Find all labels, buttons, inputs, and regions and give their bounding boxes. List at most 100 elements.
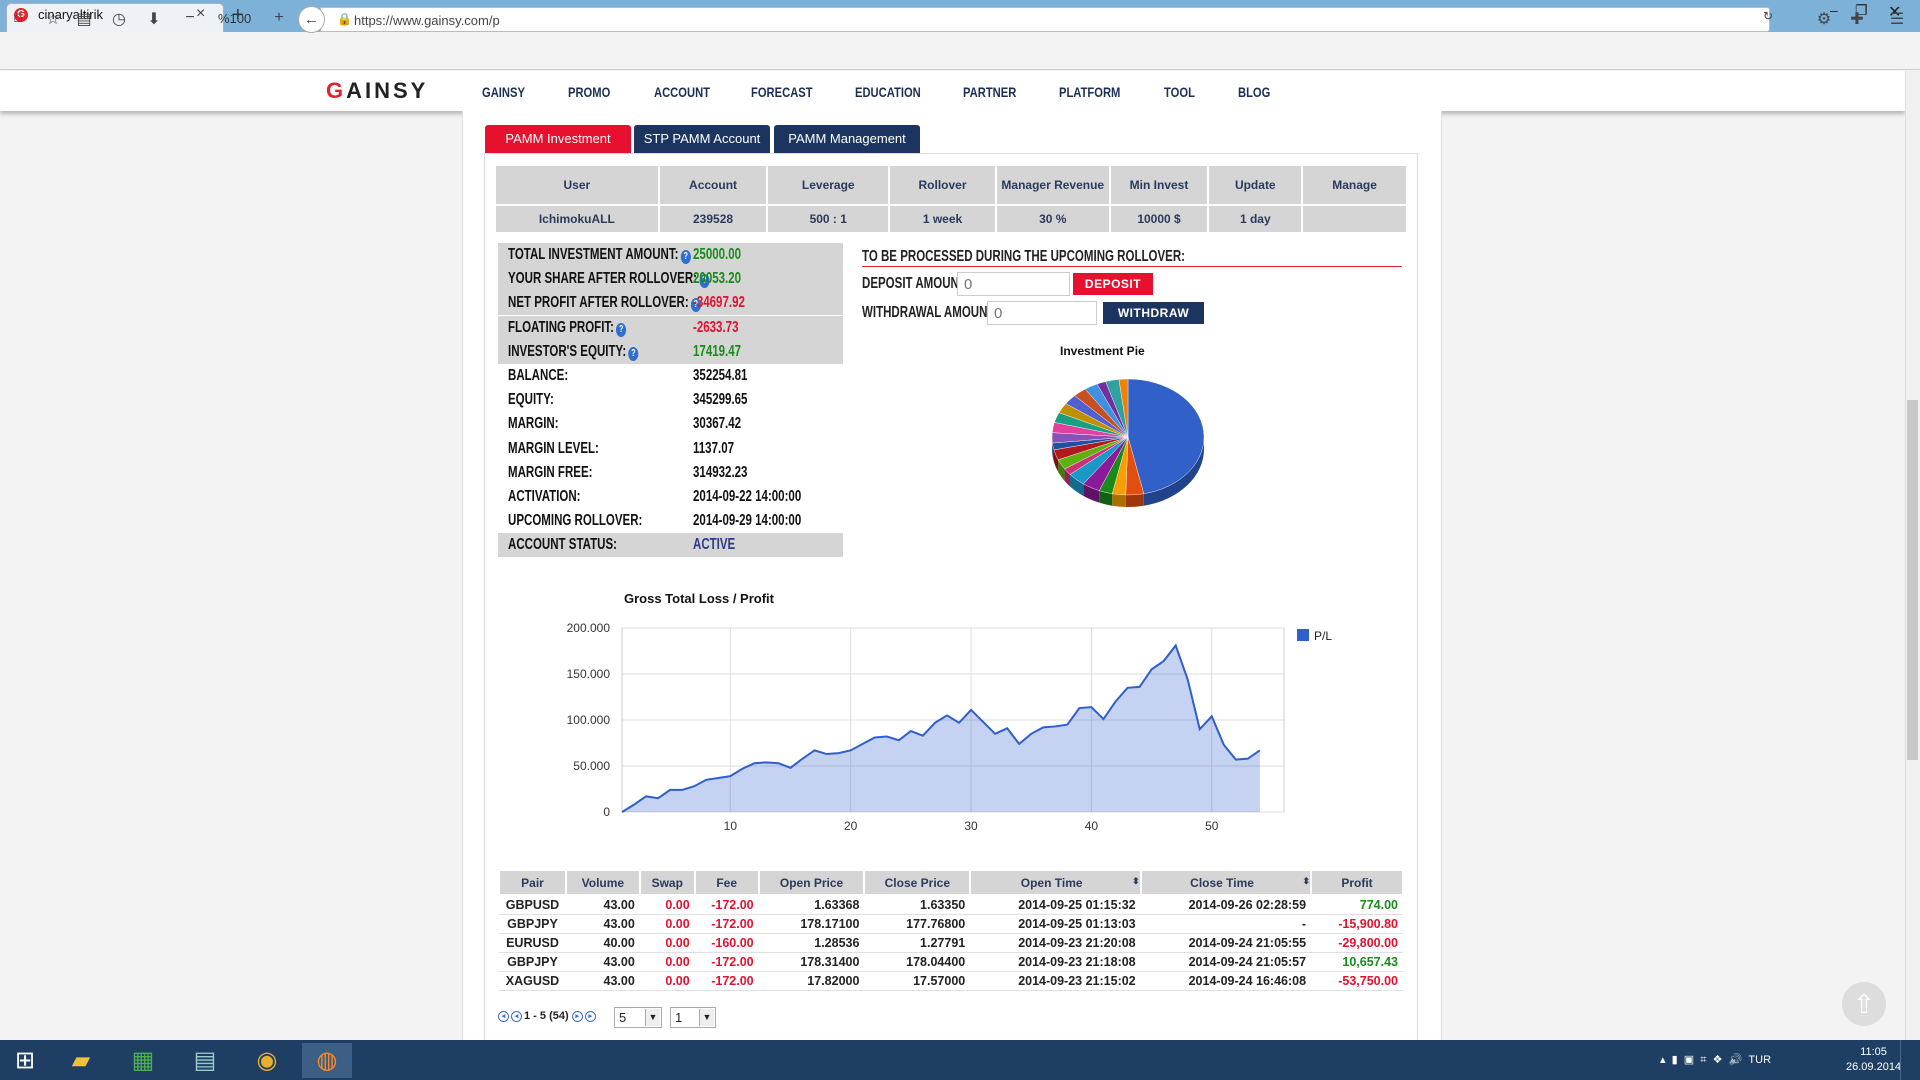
pl-point[interactable] bbox=[993, 732, 997, 736]
tab-pamm-investment[interactable]: PAMM Investment bbox=[485, 125, 631, 153]
pl-point[interactable] bbox=[885, 735, 889, 739]
sort-icon[interactable]: ⬍ bbox=[1132, 876, 1140, 887]
deposit-button[interactable]: DEPOSIT bbox=[1073, 273, 1153, 295]
trade-row[interactable]: GBPUSD 43.00 0.00 -172.00 1.63368 1.63350 2014… bbox=[499, 895, 1403, 915]
nav-partner[interactable]: PARTNER bbox=[963, 84, 1016, 100]
pl-point[interactable] bbox=[1053, 724, 1057, 728]
pl-point[interactable] bbox=[873, 735, 877, 739]
firefox-icon[interactable]: ◍ bbox=[302, 1043, 352, 1078]
pl-point[interactable] bbox=[1089, 705, 1093, 709]
pl-point[interactable] bbox=[1162, 659, 1166, 663]
col-open-time[interactable]: Open Time ⬍ bbox=[969, 869, 1142, 896]
pl-point[interactable] bbox=[1077, 706, 1081, 710]
pl-point[interactable] bbox=[1198, 727, 1202, 731]
col-open-price[interactable]: Open Price bbox=[757, 869, 866, 896]
pl-point[interactable] bbox=[668, 788, 672, 792]
pl-point[interactable] bbox=[704, 778, 708, 782]
sort-icon[interactable]: ⬍ bbox=[1303, 876, 1311, 887]
deposit-amount-input[interactable] bbox=[957, 272, 1070, 296]
pl-point[interactable] bbox=[1258, 748, 1262, 752]
col-close-price[interactable]: Close Price bbox=[863, 869, 972, 896]
nav-blog[interactable]: BLOG bbox=[1238, 84, 1270, 100]
pl-point[interactable] bbox=[692, 784, 696, 788]
calculator-icon[interactable]: ▤ bbox=[180, 1043, 230, 1078]
pl-point[interactable] bbox=[1222, 743, 1226, 747]
pl-point[interactable] bbox=[813, 748, 817, 752]
pl-point[interactable] bbox=[764, 760, 768, 764]
page-select[interactable]: 1 ▼ bbox=[670, 1007, 716, 1028]
pl-point[interactable] bbox=[1234, 758, 1238, 762]
pl-point[interactable] bbox=[1174, 643, 1178, 647]
menu-hamburger-icon[interactable]: ☰ bbox=[1885, 9, 1909, 29]
chevron-down-icon[interactable]: ▼ bbox=[645, 1009, 660, 1026]
pl-point[interactable] bbox=[957, 721, 961, 725]
pl-point[interactable] bbox=[1186, 678, 1190, 682]
chrome-icon[interactable]: ◉ bbox=[242, 1043, 292, 1078]
pl-point[interactable] bbox=[933, 721, 937, 725]
pl-point[interactable] bbox=[656, 796, 660, 800]
tab-stp-pamm-account[interactable]: STP PAMM Account bbox=[634, 125, 770, 153]
pl-point[interactable] bbox=[1005, 726, 1009, 730]
back-icon[interactable]: ← bbox=[298, 6, 325, 33]
help-icon[interactable]: ? bbox=[616, 322, 627, 337]
pl-point[interactable] bbox=[969, 708, 973, 712]
pl-point[interactable] bbox=[849, 748, 853, 752]
pl-point[interactable] bbox=[1246, 757, 1250, 761]
pl-point[interactable] bbox=[789, 766, 793, 770]
pl-point[interactable] bbox=[1101, 717, 1105, 721]
pl-point[interactable] bbox=[1126, 686, 1130, 690]
pl-point[interactable] bbox=[1138, 685, 1142, 689]
pl-point[interactable] bbox=[945, 713, 949, 717]
pl-point[interactable] bbox=[981, 720, 985, 724]
zoom-in-icon[interactable]: + bbox=[267, 9, 291, 27]
pl-point[interactable] bbox=[1017, 742, 1021, 746]
pl-point[interactable] bbox=[921, 734, 925, 738]
pl-point[interactable] bbox=[897, 738, 901, 742]
nav-promo[interactable]: PROMO bbox=[568, 84, 610, 100]
pl-point[interactable] bbox=[620, 810, 624, 814]
gainsy-logo[interactable]: GAINSY bbox=[326, 78, 428, 104]
col-profit[interactable]: Profit bbox=[1310, 869, 1404, 896]
reload-icon[interactable]: ↻ bbox=[1756, 9, 1780, 23]
last-page-icon[interactable]: ▸ bbox=[584, 1010, 596, 1022]
prev-page-icon[interactable]: ◂ bbox=[511, 1010, 522, 1022]
pl-point[interactable] bbox=[644, 794, 648, 798]
first-page-icon[interactable]: ◂ bbox=[498, 1010, 509, 1022]
pl-point[interactable] bbox=[1041, 725, 1045, 729]
pl-point[interactable] bbox=[1065, 723, 1069, 727]
col-close-time[interactable]: Close Time ⬍ bbox=[1139, 869, 1313, 896]
pl-point[interactable] bbox=[716, 776, 720, 780]
col-pair[interactable]: Pair bbox=[498, 869, 567, 896]
trade-row[interactable]: XAGUSD 43.00 0.00 -172.00 17.82000 17.57000 20… bbox=[499, 971, 1403, 991]
pl-point[interactable] bbox=[632, 803, 636, 807]
show-desktop-button[interactable] bbox=[1900, 1040, 1920, 1080]
trade-row[interactable]: GBPJPY 43.00 0.00 -172.00 178.31400 178.04400… bbox=[499, 952, 1403, 972]
nav-forecast[interactable]: FORECAST bbox=[751, 84, 813, 100]
address-bar[interactable] bbox=[320, 7, 1770, 32]
task-manager-icon[interactable]: ▦ bbox=[118, 1043, 168, 1078]
scroll-to-top-icon[interactable]: ⇧ bbox=[1842, 982, 1886, 1026]
pl-point[interactable] bbox=[752, 761, 756, 765]
cell-manage[interactable] bbox=[1301, 204, 1408, 234]
windows-start-icon[interactable]: ⊞ bbox=[0, 1043, 50, 1078]
scrollbar-thumb[interactable] bbox=[1907, 400, 1918, 760]
pl-point[interactable] bbox=[801, 757, 805, 761]
help-icon[interactable]: ? bbox=[628, 346, 639, 361]
trade-row[interactable]: EURUSD 40.00 0.00 -160.00 1.28536 1.27791 2014… bbox=[499, 933, 1403, 953]
pl-point[interactable] bbox=[740, 767, 744, 771]
taskbar-clock[interactable]: 11:05 26.09.2014 bbox=[1846, 1045, 1901, 1075]
pl-point[interactable] bbox=[680, 788, 684, 792]
trade-row[interactable]: GBPJPY 43.00 0.00 -172.00 178.17100 177.76800… bbox=[499, 914, 1403, 934]
col-volume[interactable]: Volume bbox=[564, 869, 641, 896]
bookmark-star-icon[interactable]: ☆ bbox=[41, 9, 65, 29]
home-icon[interactable]: ⌂ bbox=[6, 9, 30, 27]
nav-education[interactable]: EDUCATION bbox=[855, 84, 921, 100]
tab-pamm-management[interactable]: PAMM Management bbox=[774, 125, 920, 153]
pl-point[interactable] bbox=[909, 729, 913, 733]
pl-point[interactable] bbox=[728, 774, 732, 778]
nav-gainsy[interactable]: GAINSY bbox=[482, 84, 525, 100]
download-icon[interactable]: ⬇ bbox=[142, 9, 166, 29]
pl-point[interactable] bbox=[825, 752, 829, 756]
col-swap[interactable]: Swap bbox=[638, 869, 696, 896]
withdrawal-amount-input[interactable] bbox=[987, 301, 1097, 325]
